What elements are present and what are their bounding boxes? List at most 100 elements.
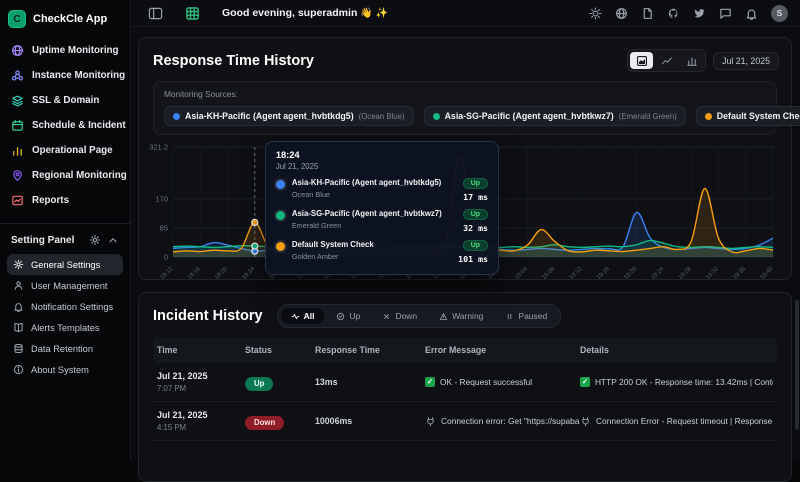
language-globe-icon[interactable]	[615, 7, 628, 20]
source-pill-default-system-check[interactable]: Default System Check (Golden Amber)	[696, 106, 800, 126]
table-row: Jul 21, 2025 4:15 PM Down 10006ms Connec…	[153, 402, 777, 441]
connection-error-icon	[425, 416, 436, 427]
sidebar-item-notification-settings[interactable]: Notification Settings	[7, 296, 123, 317]
svg-text:18:36: 18:36	[323, 266, 338, 279]
greeting-text: Good evening, superadmin 👋 ✨	[222, 7, 388, 19]
svg-text:170: 170	[155, 194, 168, 203]
svg-text:85: 85	[160, 223, 168, 232]
svg-text:321.2: 321.2	[149, 143, 168, 152]
area-chart-icon	[636, 55, 648, 67]
bar-chart-toggle-button[interactable]	[680, 52, 703, 69]
series-dot	[705, 113, 712, 120]
column-header-error-message: Error Message	[425, 345, 580, 355]
report-icon	[11, 194, 24, 207]
svg-text:18:48: 18:48	[405, 266, 420, 279]
status-badge: Up	[245, 377, 273, 391]
svg-text:18:56: 18:56	[460, 266, 475, 279]
svg-text:19:40: 19:40	[760, 266, 775, 279]
filter-all-button[interactable]: All	[281, 308, 325, 324]
layers-icon	[11, 94, 24, 107]
top-bar: Good evening, superadmin 👋 ✨ S	[132, 0, 800, 27]
settings-panel-header[interactable]: Setting Panel	[7, 232, 123, 254]
docs-file-icon[interactable]	[641, 7, 654, 20]
book-icon	[13, 322, 24, 333]
app-title: CheckCle App	[33, 13, 107, 25]
check-circle-icon	[336, 312, 345, 321]
sidebar-item-user-management[interactable]: User Management	[7, 275, 123, 296]
svg-text:19:08: 19:08	[541, 266, 556, 279]
content-area: Response Time History Jul 21, 2025 Monit…	[132, 27, 800, 460]
filter-warning-button[interactable]: Warning	[429, 308, 493, 324]
source-pill-asia-kh-pacific[interactable]: Asia-KH-Pacific (Agent agent_hvbtkdg5) (…	[164, 106, 414, 126]
filter-paused-button[interactable]: Paused	[495, 308, 557, 324]
info-icon	[13, 364, 24, 375]
series-dot	[433, 113, 440, 120]
check-icon: ✓	[580, 377, 590, 387]
svg-text:18:20: 18:20	[214, 266, 229, 279]
source-pill-asia-sg-pacific[interactable]: Asia-SG-Pacific (Agent agent_hvbtkwz7) (…	[424, 106, 686, 126]
sidebar: C CheckCle App Uptime Monitoring Instanc…	[0, 0, 131, 460]
sidebar-item-schedule-incident[interactable]: Schedule & Incident	[7, 113, 123, 138]
response-time-chart[interactable]: 18:1218:1618:2018:2418:2818:3218:3618:40…	[143, 139, 781, 279]
chart-title: Response Time History	[153, 53, 314, 69]
wave-sparkle-emoji: 👋 ✨	[360, 8, 388, 19]
svg-text:19:16: 19:16	[596, 266, 611, 279]
incident-table: Time Status Response Time Error Message …	[153, 337, 777, 441]
bell-icon[interactable]	[745, 7, 758, 20]
bar-chart-icon	[11, 144, 24, 157]
sidebar-item-alerts-templates[interactable]: Alerts Templates	[7, 317, 123, 338]
warning-icon	[439, 312, 448, 321]
monitoring-sources-label: Monitoring Sources:	[164, 89, 766, 99]
sidebar-item-general-settings[interactable]: General Settings	[7, 254, 123, 275]
svg-text:19:32: 19:32	[705, 266, 720, 279]
sidebar-item-regional-monitoring[interactable]: Regional Monitoring	[7, 163, 123, 188]
scrollbar-thumb[interactable]	[795, 300, 799, 430]
svg-text:0: 0	[164, 253, 168, 262]
sidebar-item-data-retention[interactable]: Data Retention	[7, 338, 123, 359]
main-area: Good evening, superadmin 👋 ✨ S Response …	[132, 0, 800, 460]
user-avatar[interactable]: S	[771, 5, 788, 22]
theme-sun-icon[interactable]	[589, 7, 602, 20]
twitter-icon[interactable]	[693, 7, 706, 20]
app-logo[interactable]: C CheckCle App	[7, 8, 123, 38]
filter-up-button[interactable]: Up	[326, 308, 370, 324]
user-icon	[13, 280, 24, 291]
svg-text:19:00: 19:00	[487, 266, 502, 279]
chart-area[interactable]: 18:1218:1618:2018:2418:2818:3218:3618:40…	[143, 139, 781, 279]
github-icon[interactable]	[667, 7, 680, 20]
sidebar-item-ssl-domain[interactable]: SSL & Domain	[7, 88, 123, 113]
sidebar-toggle-button[interactable]	[148, 6, 163, 21]
svg-text:18:52: 18:52	[432, 266, 447, 279]
gear-icon	[13, 259, 24, 270]
activity-icon	[291, 312, 300, 321]
svg-text:18:16: 18:16	[187, 266, 202, 279]
svg-text:19:28: 19:28	[678, 266, 693, 279]
sidebar-divider	[0, 223, 130, 224]
filter-down-button[interactable]: Down	[372, 308, 427, 324]
sidebar-item-reports[interactable]: Reports	[7, 188, 123, 213]
line-chart-icon	[661, 55, 673, 67]
status-badge: Down	[245, 416, 284, 430]
x-icon	[382, 312, 391, 321]
svg-text:18:44: 18:44	[378, 266, 393, 279]
chat-icon[interactable]	[719, 7, 732, 20]
bell-icon	[13, 301, 24, 312]
line-chart-toggle-button[interactable]	[655, 52, 678, 69]
svg-text:19:24: 19:24	[650, 266, 665, 279]
calendar-icon	[11, 119, 24, 132]
date-filter-button[interactable]: Jul 21, 2025	[713, 52, 779, 70]
svg-text:18:28: 18:28	[269, 266, 284, 279]
cluster-icon	[11, 69, 24, 82]
globe-icon	[11, 44, 24, 57]
dashboard-grid-button[interactable]	[185, 6, 200, 21]
response-time-history-card: Response Time History Jul 21, 2025 Monit…	[138, 37, 792, 280]
column-header-time: Time	[157, 345, 245, 355]
area-chart-toggle-button[interactable]	[630, 52, 653, 69]
svg-text:18:12: 18:12	[160, 266, 175, 279]
series-dot	[173, 113, 180, 120]
sidebar-item-uptime-monitoring[interactable]: Uptime Monitoring	[7, 38, 123, 63]
incident-table-header: Time Status Response Time Error Message …	[153, 337, 777, 363]
sidebar-item-about-system[interactable]: About System	[7, 359, 123, 380]
sidebar-item-operational-page[interactable]: Operational Page	[7, 138, 123, 163]
sidebar-item-instance-monitoring[interactable]: Instance Monitoring	[7, 63, 123, 88]
